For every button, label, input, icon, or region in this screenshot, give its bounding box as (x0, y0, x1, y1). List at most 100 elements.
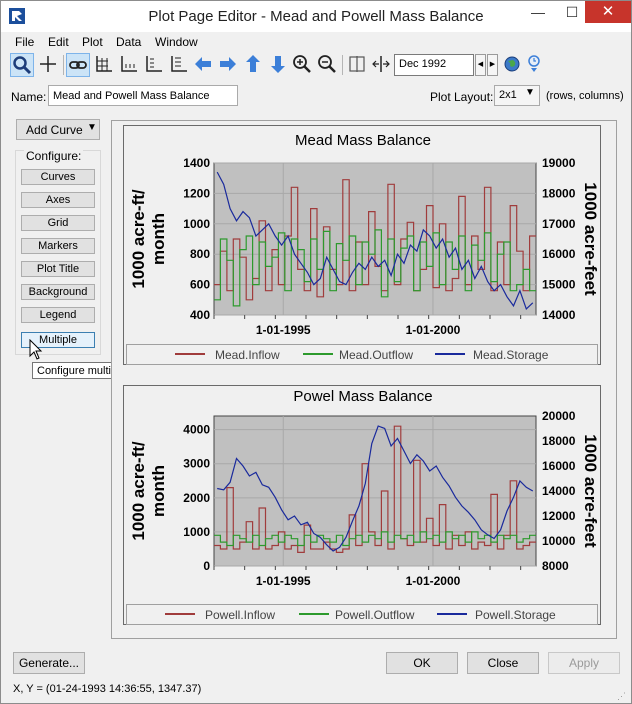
time-step-icon[interactable] (522, 53, 546, 77)
menu-data[interactable]: Data (116, 35, 141, 49)
y2-tick-label: 8000 (542, 559, 569, 573)
y-tick-label: 800 (190, 247, 210, 261)
plot-layout-hint: (rows, columns) (546, 90, 624, 102)
y2-tick-label: 16000 (542, 247, 576, 261)
name-input[interactable] (48, 85, 238, 106)
date-next-button[interactable]: ▶ (487, 54, 498, 76)
markers-button[interactable]: Markers (21, 238, 95, 254)
legend-swatch-storage (435, 353, 465, 355)
powell-chart: 4000300020001000020000180001600014000120… (129, 409, 600, 588)
y2-tick-label: 10000 (542, 534, 576, 548)
axes-button[interactable]: Axes (21, 192, 95, 208)
legend-powell-storage: Powell.Storage (475, 608, 556, 622)
status-readout: X, Y = (01-24-1993 14:36:55, 1347.37) (13, 683, 202, 695)
plot-layout-select[interactable]: 2x1 ▼ (494, 85, 540, 106)
name-row: Name: Plot Layout: 2x1 ▼ (rows, columns) (1, 84, 631, 108)
maximize-button[interactable]: ☐ (555, 1, 589, 23)
legend-mead-outflow: Mead.Outflow (339, 348, 414, 362)
legend-swatch-storage (437, 613, 467, 615)
zoom-in-icon[interactable] (290, 53, 314, 77)
chevron-down-icon: ▼ (525, 87, 535, 98)
legend-button[interactable]: Legend (21, 307, 95, 323)
legend-powell-inflow: Powell.Inflow (205, 608, 276, 622)
grid-button[interactable]: Grid (21, 215, 95, 231)
close-window-button[interactable]: ✕ (585, 1, 631, 23)
x-tick-label: 1-01-2000 (406, 574, 461, 588)
y2-tick-label: 12000 (542, 509, 576, 523)
y-tick-label: 600 (190, 278, 210, 292)
powell-plot[interactable]: Powel Mass Balance 4000 3000 2000 1000 0 2000… (123, 385, 601, 625)
y2-tick-label: 14000 (542, 308, 576, 322)
toolbar: Dec 1992 ◀ ▶ (1, 51, 631, 81)
zoom-select-icon[interactable] (10, 53, 34, 77)
ticks-icon[interactable] (166, 53, 190, 77)
date-field[interactable]: Dec 1992 (394, 54, 474, 76)
legend-mead-inflow: Mead.Inflow (215, 348, 280, 362)
menu-window[interactable]: Window (155, 35, 198, 49)
y-axis-label-line: 1000 acre-ft/ (129, 441, 148, 541)
time-cursor-icon[interactable] (369, 53, 393, 77)
mead-legend: Mead.Inflow Mead.Outflow Mead.Storage (126, 344, 598, 365)
plot-title-button[interactable]: Plot Title (21, 261, 95, 277)
axes-grid-icon[interactable] (91, 53, 115, 77)
y-tick-label: 1000 (183, 525, 210, 539)
powell-legend: Powell.Inflow Powell.Outflow Powell.Stor… (126, 604, 598, 625)
close-button[interactable]: Close (467, 652, 539, 674)
zoom-out-icon[interactable] (315, 53, 339, 77)
plot-layout-label: Plot Layout: (430, 90, 494, 104)
split-view-icon[interactable] (345, 53, 369, 77)
y2-tick-label: 15000 (542, 278, 576, 292)
configure-group: Configure: Curves Axes Grid Markers Plot… (15, 149, 101, 355)
legend-swatch-outflow (303, 353, 333, 355)
y2-axis-label: 1000 acre-feet (581, 434, 600, 548)
y2-tick-label: 20000 (542, 409, 576, 423)
curves-button[interactable]: Curves (21, 169, 95, 185)
pan-left-icon[interactable] (191, 53, 215, 77)
plot-layout-value: 2x1 (499, 89, 517, 101)
title-bar: Plot Page Editor - Mead and Powell Mass … (1, 1, 631, 32)
x-tick-label: 1-01-1995 (256, 323, 311, 337)
legend-swatch-inflow (175, 353, 205, 355)
y-axis-label-line: 1000 acre-ft/ (129, 189, 148, 289)
ok-button[interactable]: OK (386, 652, 458, 674)
y2-axis-label: 1000 acre-feet (581, 182, 600, 296)
y2-tick-label: 18000 (542, 434, 576, 448)
legend-swatch-outflow (299, 613, 329, 615)
link-icon[interactable] (66, 53, 90, 77)
name-label: Name: (11, 90, 47, 104)
add-curve-button[interactable]: Add Curve ▼ (16, 119, 100, 140)
y-tick-label: 400 (190, 308, 210, 322)
apply-button[interactable]: Apply (548, 652, 620, 674)
globe-icon[interactable] (500, 53, 524, 77)
background-button[interactable]: Background (21, 284, 95, 300)
y-axis-label: 1000 acre-ft/month (129, 441, 168, 541)
menu-bar: File Edit Plot Data Window (1, 32, 631, 51)
y-axis-label: 1000 acre-ft/month (129, 189, 168, 289)
y2-tick-label: 17000 (542, 217, 576, 231)
x-axis-icon[interactable] (116, 53, 140, 77)
crosshair-icon[interactable] (36, 53, 60, 77)
menu-plot[interactable]: Plot (82, 35, 103, 49)
date-prev-button[interactable]: ◀ (475, 54, 486, 76)
menu-edit[interactable]: Edit (48, 35, 69, 49)
generate-button[interactable]: Generate... (13, 652, 85, 674)
y-tick-label: 0 (203, 559, 210, 573)
pan-up-icon[interactable] (241, 53, 265, 77)
y-tick-label: 1000 (183, 217, 210, 231)
mouse-pointer-icon (29, 338, 43, 364)
legend-powell-outflow: Powell.Outflow (335, 608, 415, 622)
menu-file[interactable]: File (15, 35, 34, 49)
pan-right-icon[interactable] (216, 53, 240, 77)
y-tick-label: 4000 (183, 423, 210, 437)
legend-swatch-inflow (165, 613, 195, 615)
pan-down-icon[interactable] (266, 53, 290, 77)
legend-mead-storage: Mead.Storage (473, 348, 549, 362)
y-tick-label: 1400 (183, 156, 210, 170)
resize-grip-icon[interactable]: ⋰ (617, 691, 626, 702)
minimize-button[interactable]: — (521, 1, 555, 23)
y2-tick-label: 18000 (542, 186, 576, 200)
y-axis-label-line: month (149, 465, 168, 517)
y-tick-label: 3000 (183, 457, 210, 471)
mead-plot[interactable]: Mead Mass Balance 1400 1200 1000 800 600 400 1… (123, 125, 601, 365)
y-axis-icon[interactable] (141, 53, 165, 77)
